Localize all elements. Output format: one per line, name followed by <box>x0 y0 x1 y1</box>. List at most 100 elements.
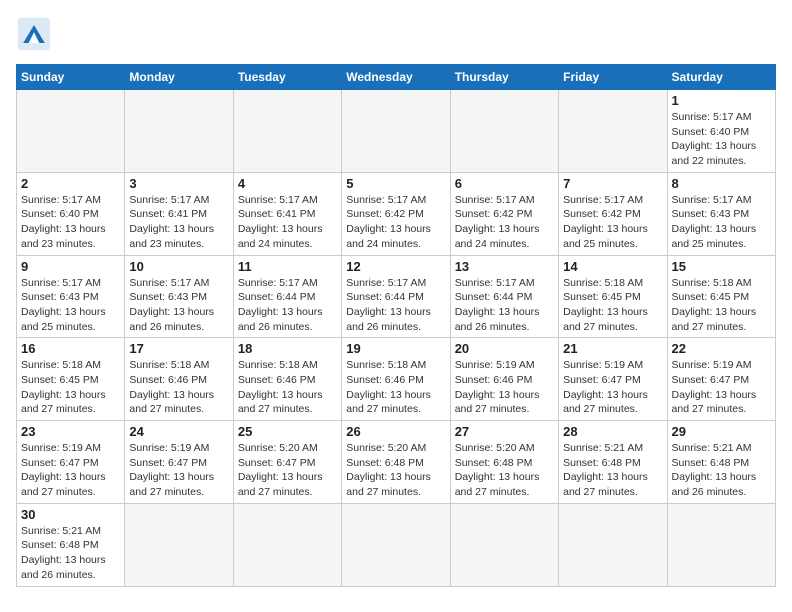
day-detail: Sunrise: 5:17 AMSunset: 6:44 PMDaylight:… <box>346 276 445 335</box>
calendar-week-row: 1 Sunrise: 5:17 AMSunset: 6:40 PMDaylight… <box>17 90 776 173</box>
weekday-header: Monday <box>125 65 233 90</box>
day-number: 15 <box>672 259 771 274</box>
calendar-day-cell: 23 Sunrise: 5:19 AMSunset: 6:47 PMDayligh… <box>17 421 125 504</box>
logo-icon <box>16 16 52 52</box>
calendar-body: 1 Sunrise: 5:17 AMSunset: 6:40 PMDaylight… <box>17 90 776 587</box>
day-number: 17 <box>129 341 228 356</box>
weekday-header: Saturday <box>667 65 775 90</box>
day-number: 4 <box>238 176 337 191</box>
day-number: 20 <box>455 341 554 356</box>
day-number: 24 <box>129 424 228 439</box>
day-number: 21 <box>563 341 662 356</box>
day-detail: Sunrise: 5:20 AMSunset: 6:48 PMDaylight:… <box>346 441 445 500</box>
day-detail: Sunrise: 5:17 AMSunset: 6:40 PMDaylight:… <box>21 193 120 252</box>
calendar-day-cell: 25Sunrise: 5:20 AMSunset: 6:47 PMDayligh… <box>233 421 341 504</box>
calendar-day-cell: 27 Sunrise: 5:20 AMSunset: 6:48 PMDayligh… <box>450 421 558 504</box>
day-detail: Sunrise: 5:18 AMSunset: 6:46 PMDaylight:… <box>129 358 228 417</box>
calendar-week-row: 2 Sunrise: 5:17 AMSunset: 6:40 PMDaylight… <box>17 172 776 255</box>
day-detail: Sunrise: 5:18 AMSunset: 6:46 PMDaylight:… <box>346 358 445 417</box>
calendar-day-cell: 4Sunrise: 5:17 AMSunset: 6:41 PMDaylight… <box>233 172 341 255</box>
calendar-day-cell: 1 Sunrise: 5:17 AMSunset: 6:40 PMDaylight… <box>667 90 775 173</box>
day-number: 7 <box>563 176 662 191</box>
calendar-table: SundayMondayTuesdayWednesdayThursdayFrid… <box>16 64 776 587</box>
calendar-day-cell: 28 Sunrise: 5:21 AMSunset: 6:48 PMDayligh… <box>559 421 667 504</box>
day-number: 18 <box>238 341 337 356</box>
calendar-day-cell: 26 Sunrise: 5:20 AMSunset: 6:48 PMDayligh… <box>342 421 450 504</box>
calendar-day-cell: 30Sunrise: 5:21 AMSunset: 6:48 PMDayligh… <box>17 503 125 586</box>
calendar-day-cell <box>559 503 667 586</box>
calendar-day-cell: 3 Sunrise: 5:17 AMSunset: 6:41 PMDaylight… <box>125 172 233 255</box>
day-detail: Sunrise: 5:19 AMSunset: 6:47 PMDaylight:… <box>563 358 662 417</box>
day-number: 6 <box>455 176 554 191</box>
day-detail: Sunrise: 5:21 AMSunset: 6:48 PMDaylight:… <box>563 441 662 500</box>
calendar-day-cell: 15 Sunrise: 5:18 AMSunset: 6:45 PMDayligh… <box>667 255 775 338</box>
day-detail: Sunrise: 5:17 AMSunset: 6:42 PMDaylight:… <box>563 193 662 252</box>
calendar-day-cell <box>450 90 558 173</box>
calendar-day-cell: 21 Sunrise: 5:19 AMSunset: 6:47 PMDayligh… <box>559 338 667 421</box>
day-number: 27 <box>455 424 554 439</box>
day-number: 3 <box>129 176 228 191</box>
calendar-day-cell <box>125 503 233 586</box>
calendar-day-cell: 10Sunrise: 5:17 AMSunset: 6:43 PMDayligh… <box>125 255 233 338</box>
calendar-day-cell <box>667 503 775 586</box>
calendar-day-cell: 16 Sunrise: 5:18 AMSunset: 6:45 PMDayligh… <box>17 338 125 421</box>
day-number: 23 <box>21 424 120 439</box>
day-detail: Sunrise: 5:19 AMSunset: 6:47 PMDaylight:… <box>672 358 771 417</box>
day-detail: Sunrise: 5:17 AMSunset: 6:41 PMDaylight:… <box>129 193 228 252</box>
calendar-day-cell: 17 Sunrise: 5:18 AMSunset: 6:46 PMDayligh… <box>125 338 233 421</box>
day-number: 22 <box>672 341 771 356</box>
weekday-header: Tuesday <box>233 65 341 90</box>
calendar-day-cell: 9 Sunrise: 5:17 AMSunset: 6:43 PMDaylight… <box>17 255 125 338</box>
logo <box>16 16 58 52</box>
calendar-day-cell: 18Sunrise: 5:18 AMSunset: 6:46 PMDayligh… <box>233 338 341 421</box>
weekday-header: Friday <box>559 65 667 90</box>
calendar-day-cell: 7 Sunrise: 5:17 AMSunset: 6:42 PMDaylight… <box>559 172 667 255</box>
day-detail: Sunrise: 5:17 AMSunset: 6:43 PMDaylight:… <box>129 276 228 335</box>
calendar-day-cell <box>450 503 558 586</box>
calendar-day-cell: 14Sunrise: 5:18 AMSunset: 6:45 PMDayligh… <box>559 255 667 338</box>
calendar-day-cell: 24Sunrise: 5:19 AMSunset: 6:47 PMDayligh… <box>125 421 233 504</box>
day-number: 29 <box>672 424 771 439</box>
calendar-day-cell: 13Sunrise: 5:17 AMSunset: 6:44 PMDayligh… <box>450 255 558 338</box>
day-number: 8 <box>672 176 771 191</box>
calendar-day-cell: 2 Sunrise: 5:17 AMSunset: 6:40 PMDaylight… <box>17 172 125 255</box>
calendar-day-cell <box>17 90 125 173</box>
day-detail: Sunrise: 5:17 AMSunset: 6:43 PMDaylight:… <box>672 193 771 252</box>
calendar-day-cell <box>342 90 450 173</box>
day-detail: Sunrise: 5:20 AMSunset: 6:47 PMDaylight:… <box>238 441 337 500</box>
day-number: 26 <box>346 424 445 439</box>
day-detail: Sunrise: 5:19 AMSunset: 6:46 PMDaylight:… <box>455 358 554 417</box>
day-number: 30 <box>21 507 120 522</box>
calendar-week-row: 30Sunrise: 5:21 AMSunset: 6:48 PMDayligh… <box>17 503 776 586</box>
day-number: 13 <box>455 259 554 274</box>
day-detail: Sunrise: 5:18 AMSunset: 6:45 PMDaylight:… <box>672 276 771 335</box>
day-number: 5 <box>346 176 445 191</box>
day-detail: Sunrise: 5:18 AMSunset: 6:45 PMDaylight:… <box>21 358 120 417</box>
day-detail: Sunrise: 5:17 AMSunset: 6:44 PMDaylight:… <box>238 276 337 335</box>
day-number: 9 <box>21 259 120 274</box>
weekday-header: Sunday <box>17 65 125 90</box>
day-detail: Sunrise: 5:21 AMSunset: 6:48 PMDaylight:… <box>672 441 771 500</box>
calendar-day-cell <box>125 90 233 173</box>
day-detail: Sunrise: 5:17 AMSunset: 6:40 PMDaylight:… <box>672 110 771 169</box>
day-number: 16 <box>21 341 120 356</box>
day-number: 12 <box>346 259 445 274</box>
day-detail: Sunrise: 5:18 AMSunset: 6:45 PMDaylight:… <box>563 276 662 335</box>
day-number: 1 <box>672 93 771 108</box>
day-detail: Sunrise: 5:17 AMSunset: 6:43 PMDaylight:… <box>21 276 120 335</box>
calendar-day-cell <box>559 90 667 173</box>
calendar-day-cell <box>342 503 450 586</box>
calendar-day-cell: 19Sunrise: 5:18 AMSunset: 6:46 PMDayligh… <box>342 338 450 421</box>
day-number: 2 <box>21 176 120 191</box>
calendar-day-cell <box>233 503 341 586</box>
calendar-week-row: 16 Sunrise: 5:18 AMSunset: 6:45 PMDayligh… <box>17 338 776 421</box>
calendar-day-cell: 12 Sunrise: 5:17 AMSunset: 6:44 PMDayligh… <box>342 255 450 338</box>
day-detail: Sunrise: 5:20 AMSunset: 6:48 PMDaylight:… <box>455 441 554 500</box>
calendar-day-cell: 6Sunrise: 5:17 AMSunset: 6:42 PMDaylight… <box>450 172 558 255</box>
calendar-week-row: 9 Sunrise: 5:17 AMSunset: 6:43 PMDaylight… <box>17 255 776 338</box>
calendar-day-cell <box>233 90 341 173</box>
day-detail: Sunrise: 5:19 AMSunset: 6:47 PMDaylight:… <box>21 441 120 500</box>
day-number: 28 <box>563 424 662 439</box>
calendar-day-cell: 5 Sunrise: 5:17 AMSunset: 6:42 PMDaylight… <box>342 172 450 255</box>
day-detail: Sunrise: 5:17 AMSunset: 6:42 PMDaylight:… <box>346 193 445 252</box>
